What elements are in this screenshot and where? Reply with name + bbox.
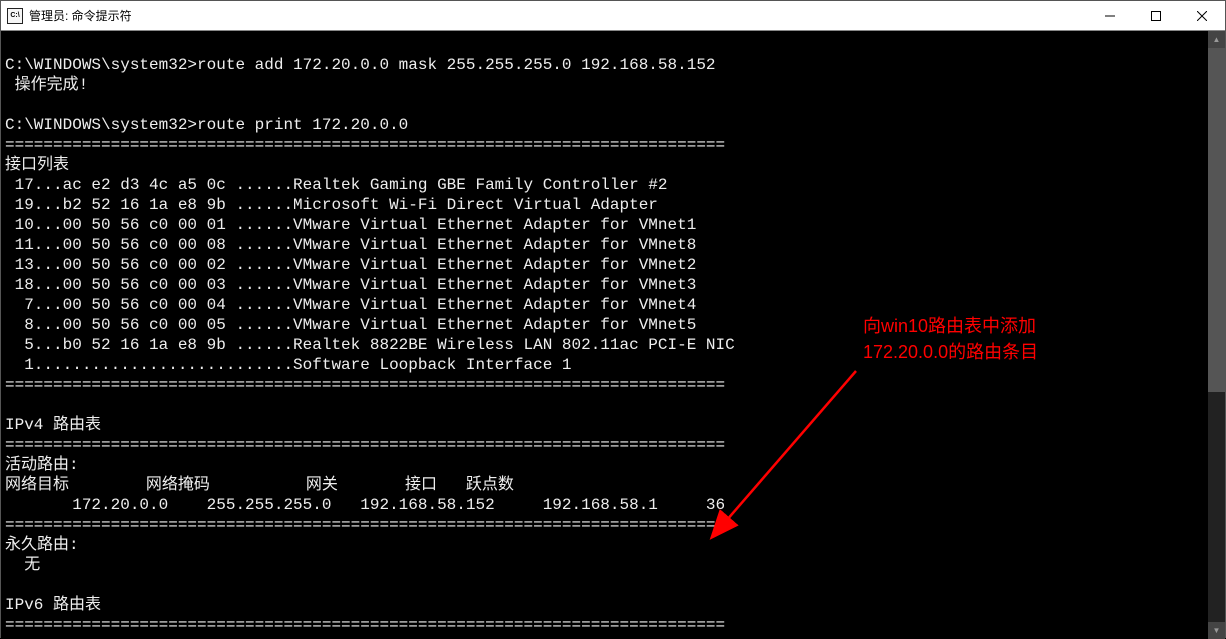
term-line: 17...ac e2 d3 4c a5 0c ......Realtek Gam… bbox=[5, 176, 668, 194]
term-line: 8...00 50 56 c0 00 05 ......VMware Virtu… bbox=[5, 316, 696, 334]
term-line: ========================================… bbox=[5, 436, 725, 454]
term-line: ========================================… bbox=[5, 136, 725, 154]
term-line: 网络目标 网络掩码 网关 接口 跃点数 bbox=[5, 476, 514, 494]
maximize-button[interactable] bbox=[1133, 1, 1179, 31]
term-line: 13...00 50 56 c0 00 02 ......VMware Virt… bbox=[5, 256, 696, 274]
term-line: 11...00 50 56 c0 00 08 ......VMware Virt… bbox=[5, 236, 696, 254]
scroll-down-button[interactable]: ▼ bbox=[1208, 622, 1225, 639]
vertical-scrollbar[interactable]: ▲ ▼ bbox=[1208, 31, 1225, 639]
term-line: 无 bbox=[5, 556, 40, 574]
cmd-icon: C:\ bbox=[7, 8, 23, 24]
term-line: 活动路由: bbox=[5, 456, 79, 474]
term-line: IPv4 路由表 bbox=[5, 416, 101, 434]
minimize-button[interactable] bbox=[1087, 1, 1133, 31]
term-line: 1...........................Software Loo… bbox=[5, 356, 572, 374]
content-area: C:\WINDOWS\system32>route add 172.20.0.0… bbox=[1, 31, 1225, 639]
term-line: ========================================… bbox=[5, 376, 725, 394]
term-line: IPv6 路由表 bbox=[5, 596, 101, 614]
annotation-line2: 172.20.0.0的路由条目 bbox=[863, 339, 1038, 365]
annotation-text: 向win10路由表中添加 172.20.0.0的路由条目 bbox=[863, 313, 1038, 365]
term-line: 永久路由: bbox=[5, 536, 79, 554]
scroll-thumb[interactable] bbox=[1208, 48, 1225, 392]
scroll-up-button[interactable]: ▲ bbox=[1208, 31, 1225, 48]
term-line: 操作完成! bbox=[5, 76, 88, 94]
term-line: C:\WINDOWS\system32>route add 172.20.0.0… bbox=[5, 56, 716, 74]
term-line: 接口列表 bbox=[5, 156, 69, 174]
term-line: 10...00 50 56 c0 00 01 ......VMware Virt… bbox=[5, 216, 696, 234]
term-line: C:\WINDOWS\system32>route print 172.20.0… bbox=[5, 116, 408, 134]
cmd-window: C:\ 管理员: 命令提示符 C:\WINDOWS\system32>route… bbox=[0, 0, 1226, 638]
titlebar[interactable]: C:\ 管理员: 命令提示符 bbox=[1, 1, 1225, 31]
scroll-track[interactable] bbox=[1208, 48, 1225, 622]
annotation-line1: 向win10路由表中添加 bbox=[863, 313, 1038, 339]
term-line: ========================================… bbox=[5, 616, 725, 634]
window-title: 管理员: 命令提示符 bbox=[29, 7, 1087, 24]
close-button[interactable] bbox=[1179, 1, 1225, 31]
term-line: 18...00 50 56 c0 00 03 ......VMware Virt… bbox=[5, 276, 696, 294]
term-line: 172.20.0.0 255.255.255.0 192.168.58.152 … bbox=[5, 496, 725, 514]
term-line: ========================================… bbox=[5, 516, 725, 534]
term-line: 7...00 50 56 c0 00 04 ......VMware Virtu… bbox=[5, 296, 696, 314]
term-line: 5...b0 52 16 1a e8 9b ......Realtek 8822… bbox=[5, 336, 735, 354]
term-line: 19...b2 52 16 1a e8 9b ......Microsoft W… bbox=[5, 196, 658, 214]
